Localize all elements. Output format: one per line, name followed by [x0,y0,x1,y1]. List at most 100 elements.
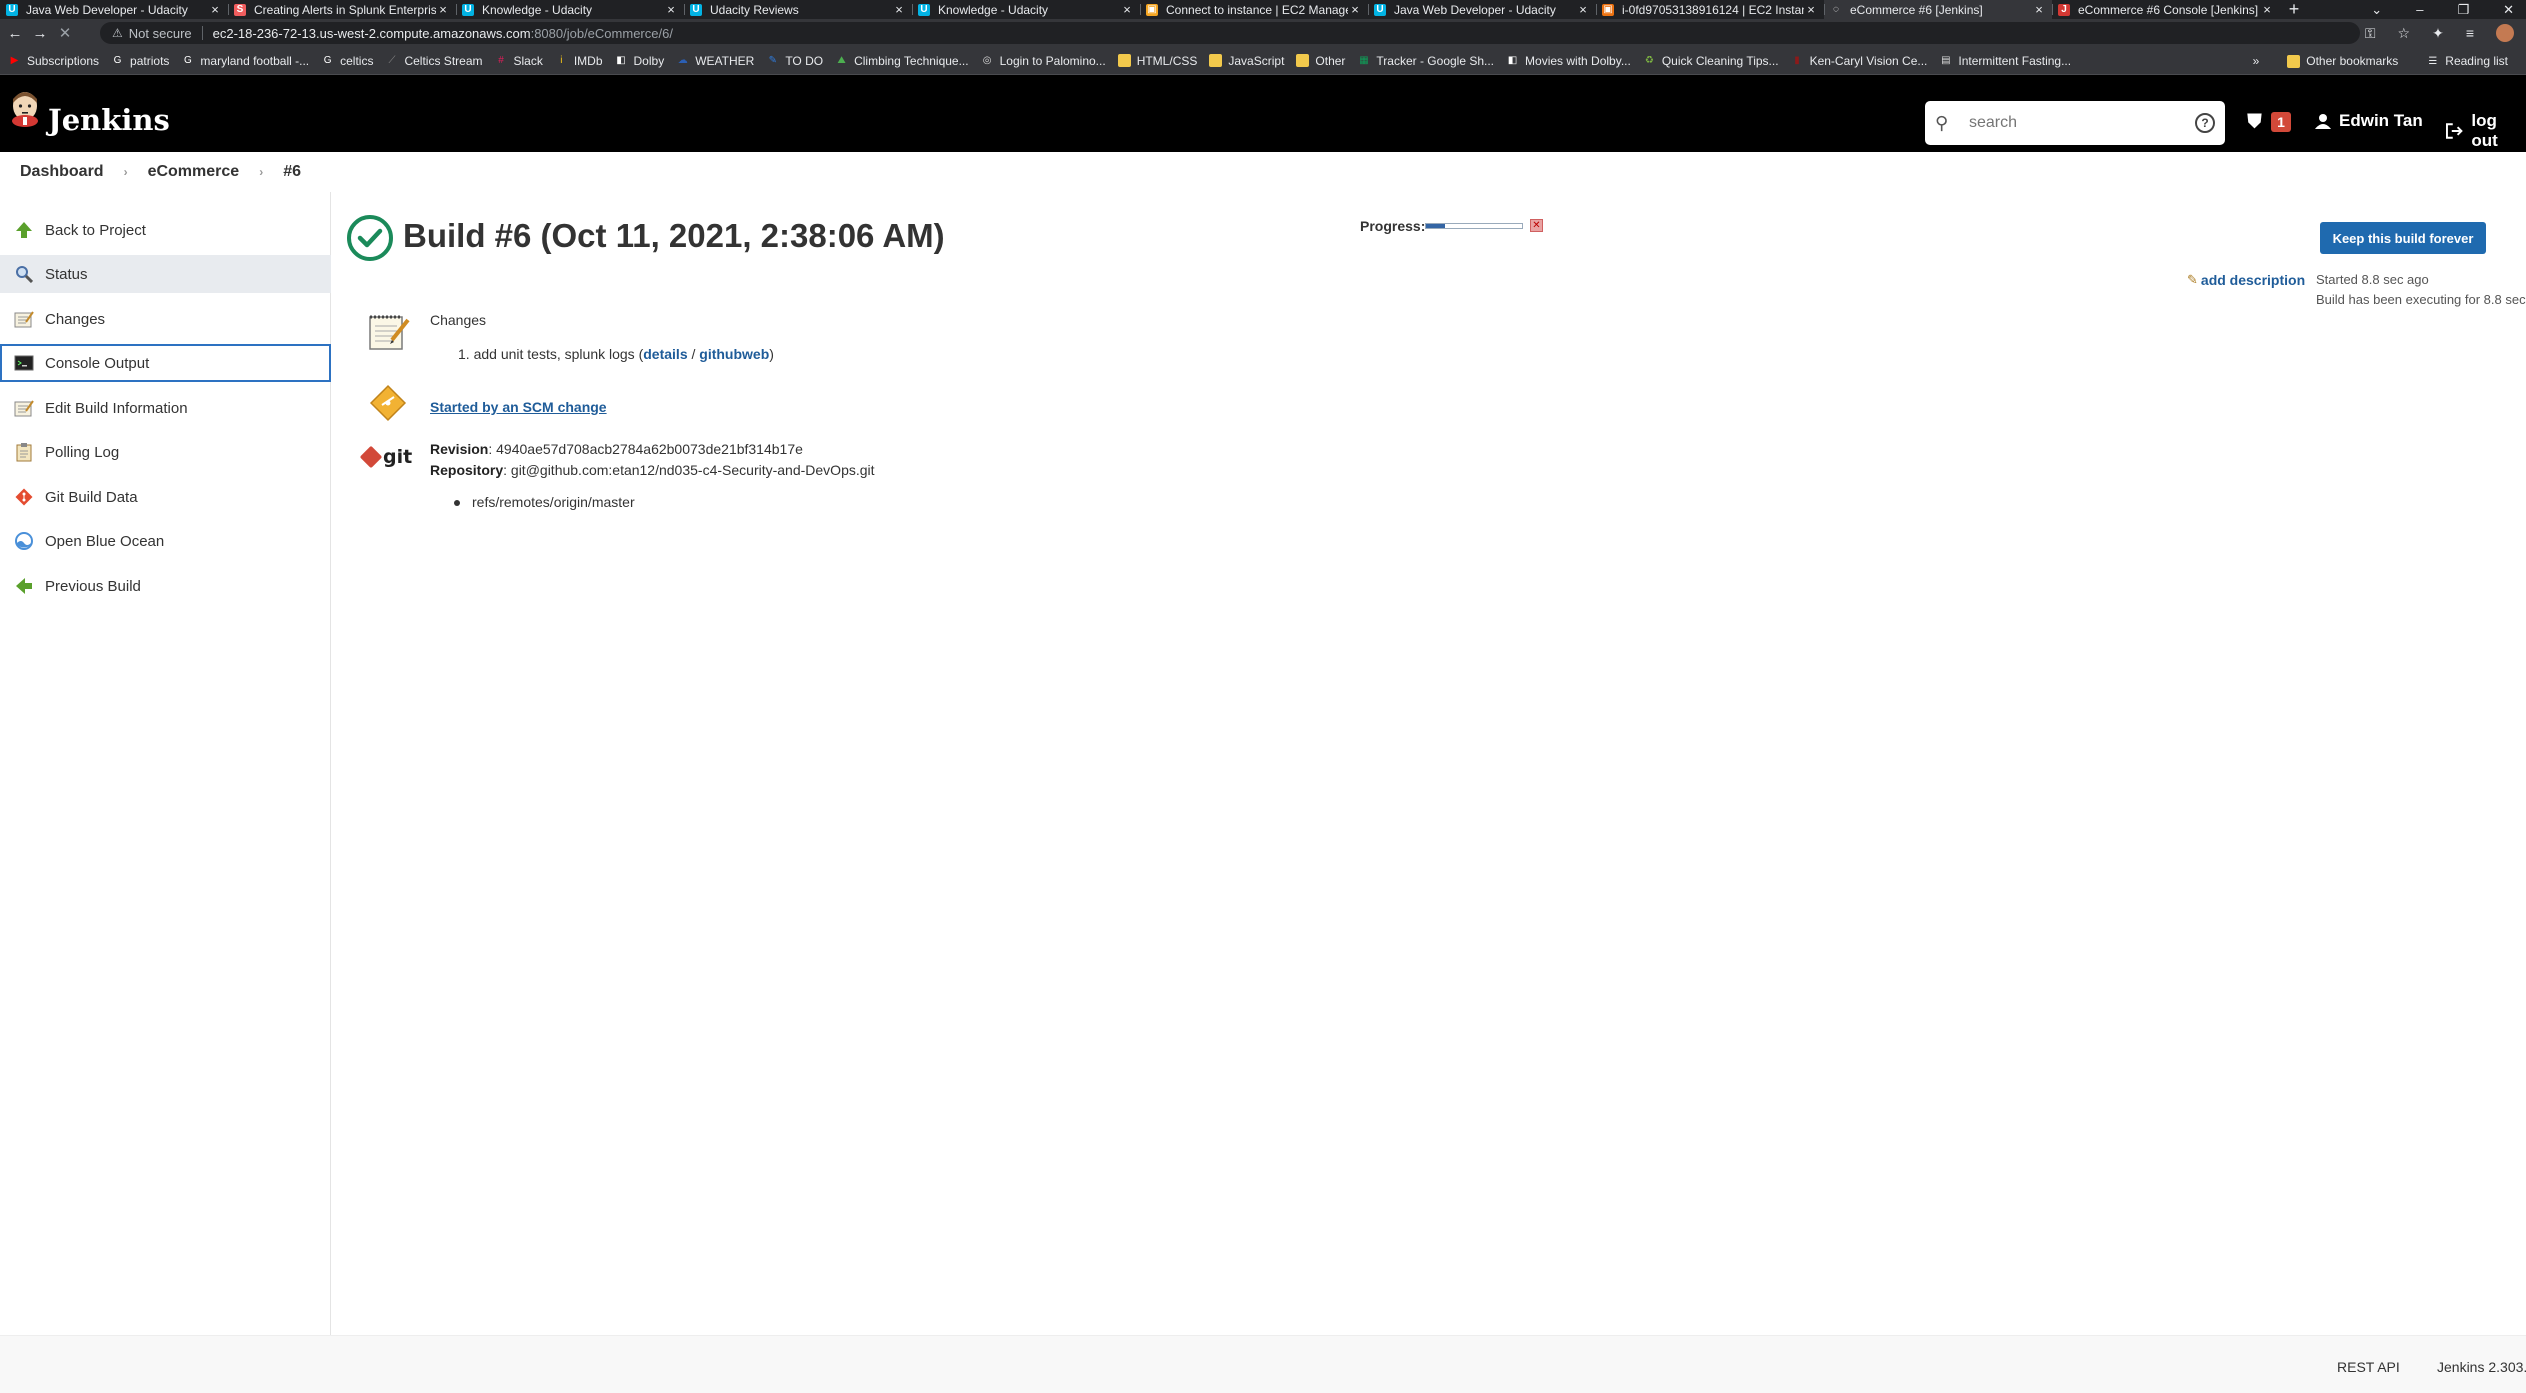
reading-list[interactable]: ☰ Reading list [2426,54,2508,68]
started-by-scm-link[interactable]: Started by an SCM change [430,399,607,415]
media-icon[interactable]: ≡ [2466,25,2474,41]
profile-avatar[interactable] [2496,24,2514,42]
back-icon[interactable]: ← [5,25,25,42]
close-icon[interactable]: × [1348,2,1362,17]
side-item-back-to-project[interactable]: Back to Project [0,211,331,249]
bookmark-label: Movies with Dolby... [1525,53,1631,68]
bookmark-item[interactable]: ▶ Subscriptions [8,54,99,68]
loading-stop-icon[interactable]: ✕ [55,24,75,42]
user-menu[interactable]: Edwin Tan [2315,111,2423,131]
imdb-icon: i [560,55,563,66]
tab-label: eCommerce #6 Console [Jenkins] [2078,2,2259,17]
bookmark-item[interactable]: ▮ Ken-Caryl Vision Ce... [1791,54,1927,68]
browser-tab[interactable]: ▣ i-0fd97053138916124 | EC2 Instance × [1596,0,1824,19]
bookmark-item[interactable]: ◧ Dolby [615,54,664,68]
breadcrumb-ecommerce[interactable]: eCommerce [148,163,240,181]
side-item-status[interactable]: Status [0,255,331,293]
close-icon[interactable]: × [2260,2,2274,17]
restore-icon[interactable]: ❐ [2457,2,2469,18]
jenkins-version-link[interactable]: Jenkins 2.303.2 [2437,1359,2526,1375]
side-item-label: Status [45,265,88,283]
browser-tab[interactable]: S Creating Alerts in Splunk Enterprise × [228,0,456,19]
keep-build-forever-button[interactable]: Keep this build forever [2320,222,2486,254]
bookmark-item[interactable]: ◎ Login to Palomino... [981,54,1106,68]
bookmark-item[interactable]: ☁ WEATHER [676,54,755,68]
side-item-edit-build-information[interactable]: Edit Build Information [0,389,331,427]
close-icon[interactable]: × [208,2,222,17]
breadcrumb-build-6[interactable]: #6 [283,163,301,181]
help-icon[interactable]: ? [2195,113,2215,133]
key-icon[interactable]: ⚿ [2365,25,2376,42]
bookmark-item[interactable]: ▤ Intermittent Fasting... [1939,54,2071,68]
side-item-git-build-data[interactable]: Git Build Data [0,478,331,516]
close-window-icon[interactable]: ✕ [2503,2,2514,18]
side-item-changes[interactable]: Changes [0,300,331,338]
tab-search-icon[interactable]: ⌄ [2371,2,2382,18]
browser-tab[interactable]: U Udacity Reviews × [684,0,912,19]
logout-button[interactable]: log out [2446,111,2526,151]
forward-icon[interactable]: → [30,25,50,42]
bookmark-item[interactable]: ▦ Tracker - Google Sh... [1357,54,1494,68]
bookmark-item[interactable]: ⟋ Celtics Stream [385,54,482,68]
bookmark-item[interactable]: JavaScript [1209,54,1284,68]
other-bookmarks[interactable]: Other bookmarks [2287,54,2398,68]
bookmark-item[interactable]: Gmaryland football -... [181,54,309,68]
tab-favicon-icon: ▣ [1146,3,1158,16]
notification-badge[interactable]: 1 [2271,112,2291,132]
close-icon[interactable]: × [436,2,450,17]
side-item-open-blue-ocean[interactable]: Open Blue Ocean [0,522,331,560]
chevron-right-icon[interactable]: › [259,165,263,179]
side-item-previous-build[interactable]: Previous Build [0,567,331,605]
close-icon[interactable]: × [892,2,906,17]
bookmark-item[interactable]: # Slack [495,54,543,68]
address-bar[interactable]: ⚠ Not secure ec2-18-236-72-13.us-west-2.… [100,22,2360,44]
not-secure-label[interactable]: Not secure [129,26,192,41]
change-githubweb-link[interactable]: githubweb [699,346,769,362]
dolby-icon: ◧ [616,55,626,66]
add-description-link[interactable]: ✎ add description [2187,272,2305,288]
bookmark-item[interactable]: Gceltics [321,54,374,68]
browser-tab[interactable]: U Knowledge - Udacity × [456,0,684,19]
new-tab-button[interactable]: + [2280,0,2308,19]
stop-build-icon[interactable]: ✕ [1530,219,1543,232]
security-shield-icon[interactable]: ⛊ [2247,111,2262,134]
browser-tab-bar: U Java Web Developer - Udacity × S Creating … [0,0,2526,19]
bookmarks-more-button[interactable]: » [2253,54,2260,68]
extensions-icon[interactable]: ✦ [2432,25,2444,42]
bookmark-item[interactable]: HTML/CSS [1117,54,1197,68]
bookmark-item[interactable]: ◧ Movies with Dolby... [1506,54,1631,68]
fasting-icon: ▤ [1941,55,1951,66]
chevron-right-icon[interactable]: › [124,165,128,179]
changes-notepad-icon [369,315,410,350]
bookmark-item[interactable]: i IMDb [555,54,602,68]
search-input[interactable] [1969,114,2195,132]
warning-icon[interactable]: ⚠ [112,26,123,40]
browser-tab[interactable]: U Java Web Developer - Udacity × [0,0,228,19]
close-icon[interactable]: × [1576,2,1590,17]
minimize-icon[interactable]: – [2416,2,2423,17]
browser-tab[interactable]: ▣ Connect to instance | EC2 Management× [1140,0,1368,19]
side-item-polling-log[interactable]: Polling Log [0,433,331,471]
browser-tab[interactable]: ◌ eCommerce #6 [Jenkins] × [1824,0,2052,19]
close-icon[interactable]: × [2032,2,2046,17]
close-icon[interactable]: × [1120,2,1134,17]
breadcrumb-dashboard[interactable]: Dashboard [20,163,104,181]
bookmark-item[interactable]: Gpatriots [111,54,170,68]
browser-tab[interactable]: JeCommerce #6 Console [Jenkins] × [2052,0,2280,19]
bookmark-item[interactable]: ♻ Quick Cleaning Tips... [1643,54,1779,68]
jenkins-title[interactable]: Jenkins [48,103,170,137]
bookmark-item[interactable]: Other [1296,54,1345,68]
bookmark-item[interactable]: ✎ TO DO [766,54,823,68]
rest-api-link[interactable]: REST API [2337,1359,2400,1375]
bookmark-item[interactable]: ⛰ Climbing Technique... [835,54,968,68]
build-progress-bar[interactable] [1425,223,1523,229]
search-box[interactable]: ⚲ ? [1925,101,2225,145]
close-icon[interactable]: × [664,2,678,17]
side-item-console-output[interactable]: Console Output [0,344,331,382]
star-icon[interactable]: ☆ [2398,25,2411,42]
close-icon[interactable]: × [1804,2,1818,17]
browser-tab[interactable]: U Java Web Developer - Udacity × [1368,0,1596,19]
jenkins-logo-icon[interactable] [8,87,42,127]
browser-tab[interactable]: U Knowledge - Udacity × [912,0,1140,19]
change-details-link[interactable]: details [643,346,687,362]
